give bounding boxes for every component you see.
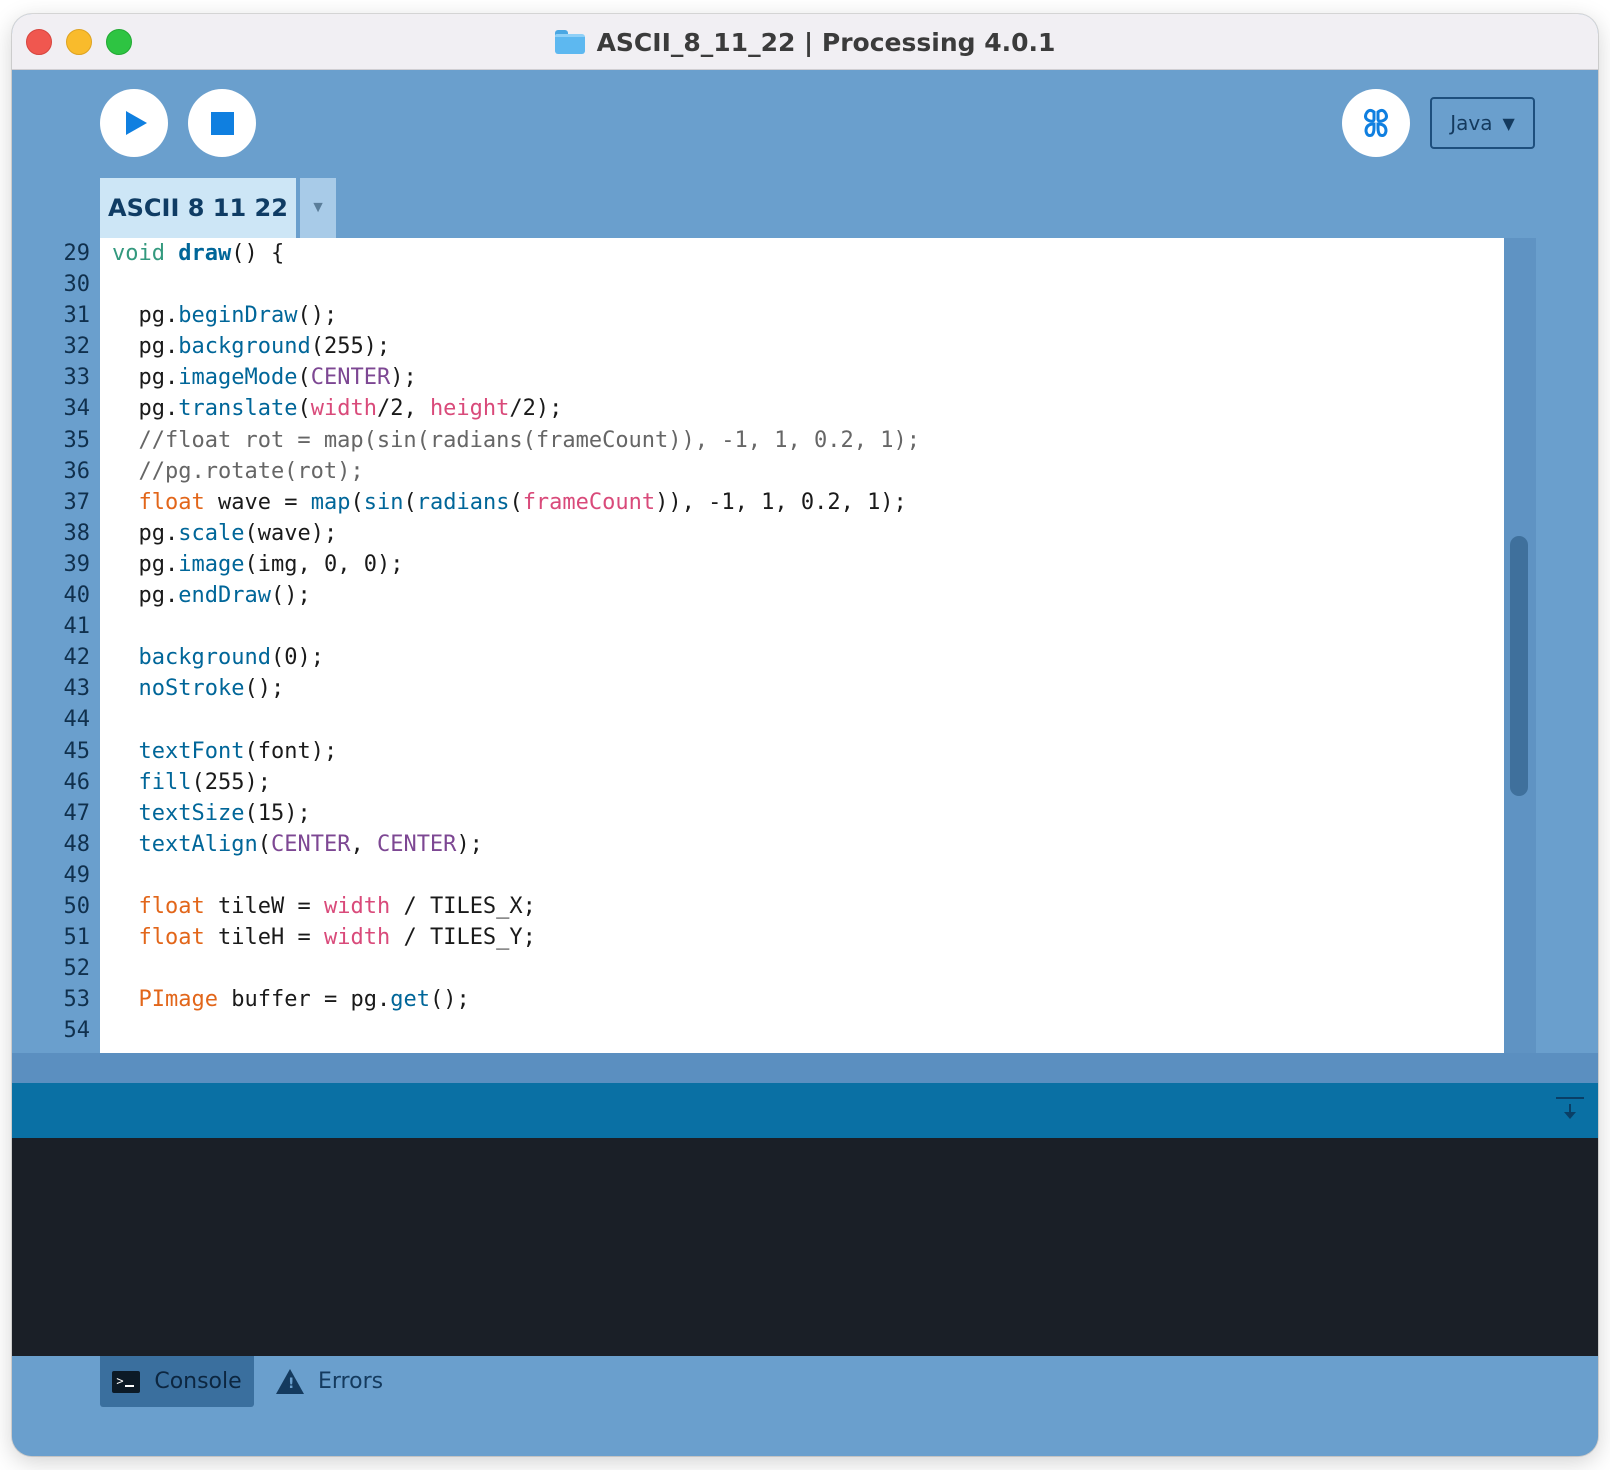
line-number: 46 bbox=[63, 769, 91, 795]
line-number: 45 bbox=[63, 738, 91, 764]
line-number: 29 bbox=[63, 241, 91, 266]
code-line: pg.translate(width/2, height/2); bbox=[138, 396, 563, 422]
debugger-butterfly-icon bbox=[1364, 108, 1388, 137]
console-output[interactable] bbox=[12, 1138, 1598, 1356]
tab-errors[interactable]: ! Errors bbox=[274, 1356, 424, 1407]
code-line: //float rot = map(sin(radians(frameCount… bbox=[112, 427, 920, 453]
line-number: 30 bbox=[63, 272, 91, 298]
code-line: textFont(font); bbox=[138, 738, 338, 764]
line-number: 53 bbox=[63, 987, 91, 1013]
folder-icon bbox=[554, 30, 585, 54]
line-number: 34 bbox=[63, 396, 91, 422]
code-line: textAlign(CENTER, CENTER); bbox=[138, 831, 483, 857]
line-number: 35 bbox=[63, 427, 91, 453]
code-line: float tileH = width / TILES_Y; bbox=[138, 925, 536, 951]
line-number: 52 bbox=[63, 956, 91, 982]
line-number: 50 bbox=[63, 893, 91, 919]
line-number: 54 bbox=[63, 1018, 91, 1044]
line-number: 42 bbox=[63, 645, 91, 671]
code-line: //pg.rotate(rot); bbox=[112, 458, 364, 484]
code-line: background(0); bbox=[138, 645, 324, 671]
code-line: pg.endDraw(); bbox=[138, 583, 311, 609]
console-divider-bar[interactable] bbox=[12, 1083, 1598, 1138]
tab-sketch-label: ASCII 8 11 22 bbox=[108, 194, 288, 222]
mode-selector[interactable]: Java ▼ bbox=[1430, 97, 1535, 149]
stop-button[interactable] bbox=[188, 89, 256, 157]
status-message-area bbox=[12, 1053, 1598, 1083]
debugger-button[interactable] bbox=[1342, 89, 1410, 157]
play-icon bbox=[126, 111, 147, 135]
line-number: 51 bbox=[63, 925, 91, 951]
code-line: pg.background(255); bbox=[138, 334, 391, 360]
code-line: pg.image(img, 0, 0); bbox=[138, 551, 404, 577]
line-number: 43 bbox=[63, 676, 91, 702]
footer-bar: > Console ! Errors bbox=[12, 1356, 1598, 1456]
code-line: float tileW = width / TILES_X; bbox=[138, 893, 536, 919]
processing-window: ASCII_8_11_22 | Processing 4.0.1 Java ▼ … bbox=[12, 14, 1598, 1456]
code-editor[interactable]: void draw() { pg.beginDraw(); pg.backgro… bbox=[100, 238, 1504, 1053]
line-number: 44 bbox=[63, 707, 91, 733]
tab-menu-arrow-icon: ▼ bbox=[310, 199, 326, 216]
collapse-console-icon[interactable] bbox=[1556, 1097, 1584, 1123]
terminal-icon: > bbox=[112, 1370, 141, 1393]
code-line: void draw() { bbox=[112, 241, 285, 266]
code-line: pg.beginDraw(); bbox=[138, 303, 338, 329]
code-line: textSize(15); bbox=[138, 800, 311, 826]
line-number: 36 bbox=[63, 458, 91, 484]
line-number: 49 bbox=[63, 862, 91, 888]
code-line: noStroke(); bbox=[138, 676, 285, 702]
line-number: 40 bbox=[63, 583, 91, 609]
line-number: 41 bbox=[63, 614, 91, 640]
tab-sketch[interactable]: ASCII 8 11 22 bbox=[100, 178, 296, 238]
code-line: float wave = map(sin(radians(frameCount)… bbox=[138, 489, 907, 515]
editor-scrollbar-thumb[interactable] bbox=[1510, 536, 1528, 796]
title-bar: ASCII_8_11_22 | Processing 4.0.1 bbox=[12, 14, 1598, 70]
code-line: PImage buffer = pg.get(); bbox=[138, 987, 470, 1013]
line-number-gutter: 29 30 31 32 33 34 35 36 37 38 39 40 41 42 43 44 45 46 47 48… bbox=[12, 238, 100, 1053]
code-line: fill(255); bbox=[138, 769, 271, 795]
line-number: 39 bbox=[63, 551, 91, 577]
mode-arrow-icon: ▼ bbox=[1502, 113, 1515, 133]
line-number: 31 bbox=[63, 303, 91, 329]
warning-icon: ! bbox=[276, 1369, 304, 1394]
run-button[interactable] bbox=[100, 89, 168, 157]
line-number: 33 bbox=[63, 365, 91, 391]
line-number: 32 bbox=[63, 334, 91, 360]
stop-icon bbox=[210, 111, 234, 135]
window-title: ASCII_8_11_22 | Processing 4.0.1 bbox=[596, 27, 1056, 57]
code-line: pg.imageMode(CENTER); bbox=[138, 365, 417, 391]
window-title-wrap: ASCII_8_11_22 | Processing 4.0.1 bbox=[12, 14, 1598, 70]
tab-errors-label: Errors bbox=[318, 1369, 384, 1394]
line-number: 48 bbox=[63, 831, 91, 857]
tab-console[interactable]: > Console bbox=[100, 1356, 254, 1407]
line-number: 47 bbox=[63, 800, 91, 826]
line-number: 38 bbox=[63, 520, 91, 546]
tab-console-label: Console bbox=[154, 1369, 242, 1394]
mode-label: Java bbox=[1450, 111, 1493, 135]
line-number: 37 bbox=[63, 489, 91, 515]
code-line: pg.scale(wave); bbox=[138, 520, 338, 546]
tab-menu-button[interactable]: ▼ bbox=[300, 178, 336, 238]
